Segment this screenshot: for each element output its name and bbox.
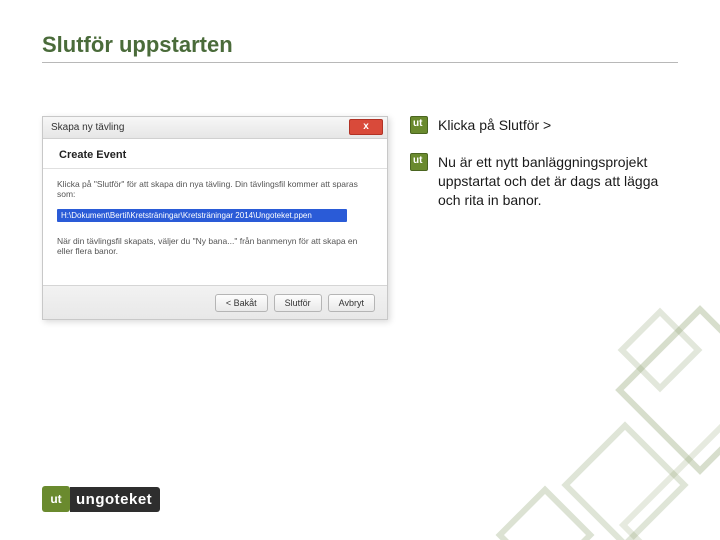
list-item: Nu är ett nytt banläggningsprojekt uppst…: [410, 153, 672, 210]
logo-badge: ut: [42, 486, 70, 512]
dialog-body: Klicka på "Slutför" för att skapa din ny…: [43, 169, 387, 266]
back-button[interactable]: < Bakåt: [215, 294, 268, 312]
dialog-instruction: Klicka på "Slutför" för att skapa din ny…: [57, 179, 373, 199]
dialog-title: Skapa ny tävling: [51, 122, 124, 133]
close-icon[interactable]: x: [349, 119, 383, 135]
bullet-list: Klicka på Slutför > Nu är ett nytt banlä…: [410, 116, 672, 228]
dialog-titlebar: Skapa ny tävling x: [43, 117, 387, 139]
brand-logo: ut ungoteket: [42, 486, 160, 512]
bullet-text: Nu är ett nytt banläggningsprojekt uppst…: [438, 153, 672, 210]
logo-text: ungoteket: [70, 487, 160, 512]
dialog-screenshot: Skapa ny tävling x Create Event Klicka p…: [42, 116, 388, 320]
finish-button[interactable]: Slutför: [274, 294, 322, 312]
bullet-text: Klicka på Slutför >: [438, 116, 551, 135]
page-title: Slutför uppstarten: [42, 32, 233, 58]
brand-bullet-icon: [410, 116, 428, 134]
cancel-button[interactable]: Avbryt: [328, 294, 375, 312]
brand-bullet-icon: [410, 153, 428, 171]
decorative-pattern: [460, 300, 720, 540]
title-divider: [42, 62, 678, 63]
list-item: Klicka på Slutför >: [410, 116, 672, 135]
dialog-header: Create Event: [43, 139, 387, 169]
dialog-after-text: När din tävlingsfil skapats, väljer du "…: [57, 236, 373, 256]
slide: Slutför uppstarten Skapa ny tävling x Cr…: [0, 0, 720, 540]
dialog-footer: < Bakåt Slutför Avbryt: [43, 285, 387, 319]
dialog-filepath[interactable]: H:\Dokument\Bertil\Kretsträningar\Kretst…: [57, 209, 347, 222]
